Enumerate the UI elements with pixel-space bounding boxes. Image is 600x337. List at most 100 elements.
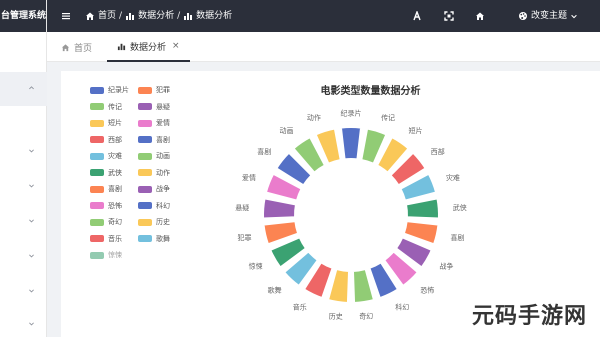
home-icon <box>86 12 94 20</box>
theme-switcher[interactable]: 改变主题 <box>518 0 578 32</box>
chevron-down-icon <box>29 184 34 188</box>
palette-icon <box>519 12 527 20</box>
legend-item[interactable]: 动作 <box>138 168 170 178</box>
sidebar-item[interactable] <box>0 308 47 337</box>
bar-chart-icon <box>126 13 135 20</box>
theme-label: 改变主题 <box>531 11 568 21</box>
font-size-button[interactable] <box>412 0 422 32</box>
legend-item[interactable]: 灾难 <box>90 151 122 161</box>
slice-label: 歌舞 <box>268 285 282 294</box>
slice-label: 科幻 <box>395 302 409 311</box>
sidebar-item[interactable] <box>0 205 47 239</box>
legend-item[interactable]: 歌舞 <box>138 234 170 244</box>
legend-swatch <box>90 202 104 209</box>
donut-slice[interactable] <box>404 197 440 220</box>
chevron-down-icon <box>29 322 34 326</box>
legend-item[interactable]: 音乐 <box>90 234 122 244</box>
donut-slice[interactable] <box>339 126 363 161</box>
legend-swatch <box>138 235 152 242</box>
slice-label: 动作 <box>307 113 321 122</box>
donut-chart: 纪录片传记短片西部灾难武侠喜剧战争恐怖科幻奇幻历史音乐歌舞惊悚犯罪悬疑爱情喜剧动… <box>235 109 467 321</box>
slice-label: 西部 <box>431 147 445 156</box>
tab-data-analysis[interactable]: 数据分析 × <box>107 32 190 62</box>
legend-swatch <box>90 251 104 259</box>
watermark-text: 元码手游网 <box>472 304 588 329</box>
tab-bar: 首页 数据分析 × <box>47 32 600 62</box>
chevron-down-icon <box>571 14 577 19</box>
font-icon <box>413 11 421 21</box>
legend-label: 动作 <box>156 168 170 177</box>
breadcrumb-home[interactable]: 首页 <box>98 0 116 32</box>
legend-label: 武侠 <box>108 168 122 177</box>
legend-item[interactable]: 动画 <box>138 151 170 161</box>
legend-swatch <box>138 119 152 127</box>
legend-label: 战争 <box>156 185 170 193</box>
legend-label: 传记 <box>108 102 122 111</box>
slice-label: 纪录片 <box>341 109 362 118</box>
home-button[interactable] <box>475 0 485 32</box>
legend-label: 悬疑 <box>156 102 170 111</box>
fullscreen-button[interactable] <box>444 0 454 32</box>
legend-item[interactable]: 短片 <box>90 118 122 128</box>
chevron-down-icon <box>29 219 34 223</box>
legend-item[interactable]: 奇幻 <box>90 217 122 227</box>
close-icon[interactable]: × <box>172 41 180 51</box>
legend-swatch <box>138 218 152 226</box>
slice-label: 武侠 <box>453 203 467 212</box>
legend-item[interactable]: 恐怖 <box>90 201 122 211</box>
home-icon <box>476 12 484 20</box>
app-brand: 台管理系统 <box>0 0 46 32</box>
sidebar-item[interactable] <box>0 135 47 169</box>
sidebar-item[interactable] <box>0 275 47 309</box>
legend-item[interactable]: 西部 <box>90 135 122 145</box>
slice-label: 爱情 <box>242 173 256 182</box>
legend-item[interactable]: 战争 <box>138 184 170 194</box>
slice-label: 喜剧 <box>450 233 464 242</box>
legend-swatch <box>138 202 152 209</box>
legend-swatch <box>138 169 152 176</box>
legend-item[interactable]: 传记 <box>90 102 122 112</box>
legend-swatch <box>90 169 104 176</box>
slice-label: 灾难 <box>446 173 460 182</box>
legend-item[interactable]: 喜剧 <box>138 135 170 145</box>
legend-swatch <box>90 235 104 242</box>
legend-swatch <box>90 119 104 127</box>
legend-item[interactable]: 爱情 <box>138 118 170 128</box>
slice-label: 音乐 <box>293 302 307 311</box>
legend-item[interactable]: 喜剧 <box>90 184 122 194</box>
slice-label: 短片 <box>408 126 422 135</box>
chevron-up-icon <box>29 86 34 90</box>
legend-item[interactable]: 武侠 <box>90 168 122 178</box>
legend-label: 喜剧 <box>156 135 170 144</box>
legend-label: 恐怖 <box>108 201 122 210</box>
legend-label: 灾难 <box>108 152 122 160</box>
legend-label: 惊悚 <box>108 251 122 259</box>
legend-swatch <box>138 152 152 160</box>
legend-item[interactable]: 惊悚 <box>90 250 122 260</box>
chevron-down-icon <box>29 254 34 258</box>
breadcrumb-item[interactable]: 数据分析 <box>138 0 174 32</box>
tab-home[interactable]: 首页 <box>51 32 102 62</box>
slice-label: 动画 <box>280 126 294 135</box>
legend-item[interactable]: 历史 <box>138 217 170 227</box>
bar-chart-icon <box>117 43 126 50</box>
slice-label: 历史 <box>329 311 343 320</box>
legend-label: 短片 <box>108 119 122 127</box>
slice-label: 喜剧 <box>257 147 271 156</box>
donut-slice[interactable] <box>262 197 298 220</box>
legend-item[interactable]: 悬疑 <box>138 102 170 112</box>
hamburger-button[interactable] <box>61 0 71 32</box>
legend-item[interactable]: 科幻 <box>138 201 170 211</box>
slice-label: 悬疑 <box>235 203 249 212</box>
sidebar-item[interactable] <box>0 170 47 204</box>
sidebar-item[interactable] <box>0 240 47 274</box>
tab-label: 数据分析 <box>130 42 167 53</box>
sidebar: 台管理系统 <box>0 0 47 337</box>
slice-label: 战争 <box>439 262 453 271</box>
legend-swatch <box>90 218 104 226</box>
sidebar-item-active[interactable] <box>0 72 47 106</box>
legend-label: 历史 <box>156 218 170 226</box>
chevron-down-icon <box>29 149 34 153</box>
chevron-down-icon <box>29 289 34 293</box>
legend-label: 音乐 <box>108 234 122 243</box>
